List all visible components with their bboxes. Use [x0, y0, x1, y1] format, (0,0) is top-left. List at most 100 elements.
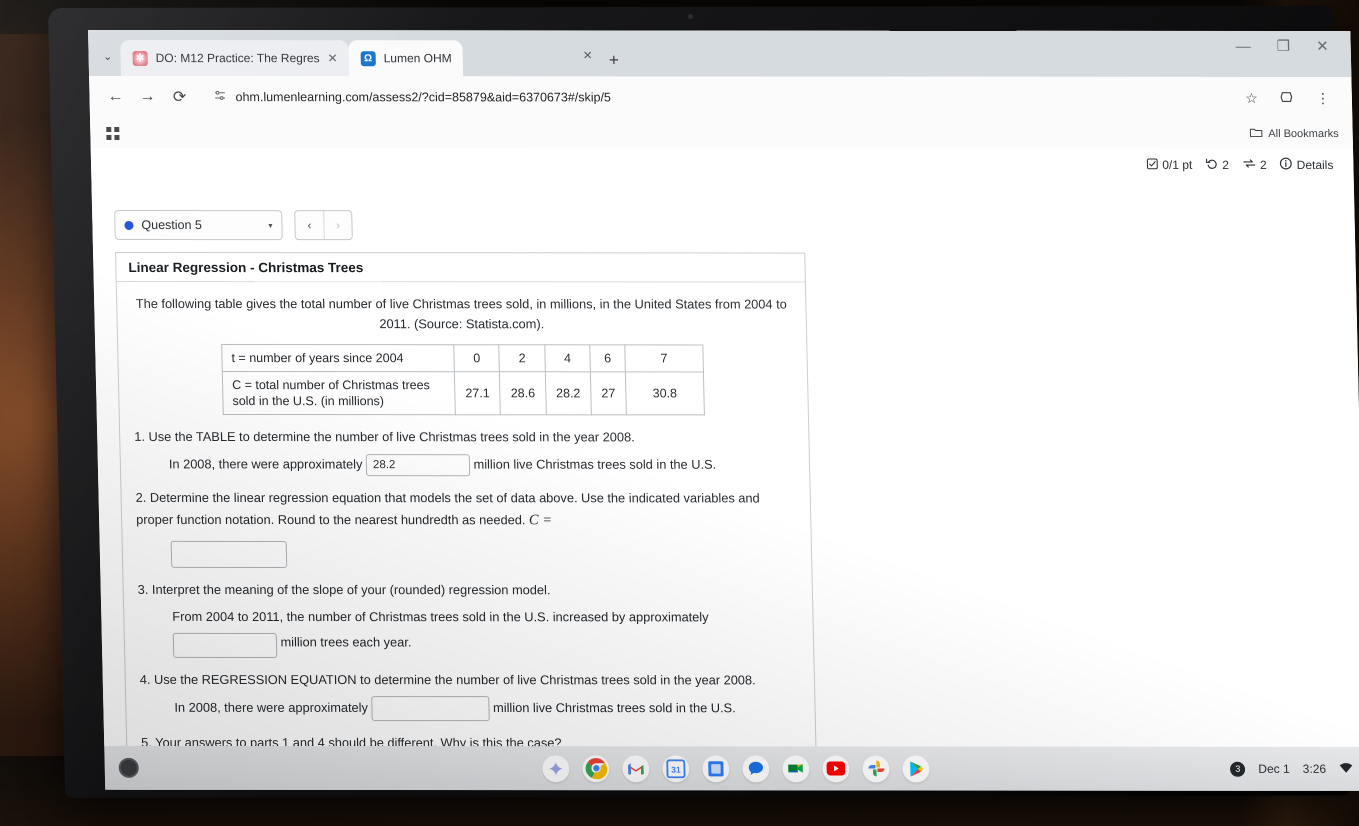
browser-toolbar: ← → ⟳ ohm.lumenlearning.com/assess2/?cid…: [89, 75, 1353, 120]
part-3-answer-input[interactable]: [172, 632, 278, 658]
part-4-number: 4.: [139, 671, 151, 687]
gemini-app-icon[interactable]: [542, 754, 570, 782]
details-button[interactable]: Details: [1280, 157, 1334, 173]
gmail-app-icon[interactable]: [622, 754, 650, 782]
chat-app-icon[interactable]: [742, 754, 770, 782]
details-label: Details: [1296, 158, 1334, 173]
calendar-app-icon[interactable]: 31: [662, 754, 690, 782]
t-value-1: 2: [499, 344, 546, 372]
assessment-status-strip: 0/1 pt 2 2 Details: [1146, 157, 1334, 173]
part-4-answer-suffix: million live Christmas trees sold in the…: [492, 700, 736, 716]
browser-tab-1-title: Lumen OHM: [383, 51, 452, 66]
part-1-answer-input[interactable]: 28.2: [365, 454, 471, 477]
attempts-status: 2: [1205, 157, 1229, 173]
tab-search-chevron-icon[interactable]: ⌄: [94, 36, 121, 76]
part-1-number: 1.: [134, 429, 146, 445]
chrome-app-icon[interactable]: [582, 754, 610, 782]
t-value-0: 0: [453, 344, 500, 372]
all-bookmarks-button[interactable]: All Bookmarks: [1249, 127, 1339, 141]
t-value-2: 4: [544, 344, 591, 372]
question-part-1: 1. Use the TABLE to determine the number…: [134, 427, 796, 477]
tab-strip: ⌄ ✲ DO: M12 Practice: The Regres ✕ Ω Lum…: [88, 30, 1352, 78]
table-row-label-t: t = number of years since 2004: [221, 344, 455, 372]
t-value-4: 7: [624, 344, 704, 372]
part-2-number: 2.: [135, 490, 147, 506]
shelf-app-list: 31: [542, 754, 930, 783]
c-value-1: 28.6: [499, 371, 547, 416]
browser-tab-0-close-icon[interactable]: ✕: [327, 51, 337, 65]
part-3-answer-prefix: From 2004 to 2011, the number of Christm…: [172, 608, 709, 625]
part-1-text: Use the TABLE to determine the number of…: [148, 429, 635, 445]
points-value: 0/1 pt: [1162, 157, 1193, 172]
part-2-answer-input[interactable]: [170, 541, 288, 569]
forward-button[interactable]: →: [131, 81, 164, 113]
attempts-value: 2: [1222, 157, 1230, 172]
svg-text:31: 31: [671, 764, 681, 774]
question-part-3: 3. Interpret the meaning of the slope of…: [137, 580, 799, 658]
ohm-assessment-page: 0/1 pt 2 2 Details Question 5 ▾ ‹ › Line…: [90, 147, 1359, 774]
table-row-label-c: C = total number of Christmas trees sold…: [222, 371, 456, 416]
laptop: ⌄ ✲ DO: M12 Practice: The Regres ✕ Ω Lum…: [48, 5, 1359, 808]
christmas-tree-data-table: t = number of years since 2004 0 2 4 6 7…: [221, 344, 705, 416]
play-store-app-icon[interactable]: [902, 755, 930, 783]
table-row-t: t = number of years since 2004 0 2 4 6 7: [221, 344, 704, 372]
laptop-screen: ⌄ ✲ DO: M12 Practice: The Regres ✕ Ω Lum…: [88, 30, 1359, 791]
address-bar-url: ohm.lumenlearning.com/assess2/?cid=85879…: [235, 90, 612, 105]
apps-grid-icon[interactable]: [106, 126, 120, 140]
youtube-app-icon[interactable]: [822, 754, 850, 782]
close-window-icon[interactable]: ✕: [1316, 38, 1329, 55]
question-card: Linear Regression - Christmas Trees The …: [115, 251, 818, 774]
browser-tab-1[interactable]: Ω Lumen OHM: [348, 40, 464, 77]
question-status-dot: [124, 220, 134, 230]
part-4-answer-input[interactable]: [371, 696, 490, 722]
part-1-answer-prefix: In 2008, there were approximately: [168, 456, 363, 472]
part-4-text: Use the REGRESSION EQUATION to determine…: [153, 671, 756, 688]
meet-app-icon[interactable]: [782, 754, 810, 782]
profile-avatar-icon[interactable]: [1280, 90, 1294, 107]
back-button[interactable]: ←: [99, 81, 132, 113]
launcher-button[interactable]: [118, 757, 139, 778]
part-2-text: Determine the linear regression equation…: [135, 490, 760, 528]
webcam-dot: [688, 14, 693, 19]
reload-button[interactable]: ⟳: [163, 81, 196, 113]
question-part-2: 2. Determine the linear regression equat…: [135, 488, 797, 569]
notification-badge[interactable]: 3: [1230, 761, 1246, 777]
retry-icon: [1242, 157, 1256, 173]
drive-docs-app-icon[interactable]: [702, 754, 730, 782]
chrome-menu-icon[interactable]: ⋮: [1316, 90, 1330, 107]
shelf-date: Dec 1: [1258, 761, 1290, 776]
photos-app-icon[interactable]: [862, 754, 890, 782]
part-3-answer-line: From 2004 to 2011, the number of Christm…: [172, 607, 799, 658]
part-3-text: Interpret the meaning of the slope of yo…: [151, 582, 551, 598]
browser-tab-0[interactable]: ✲ DO: M12 Practice: The Regres ✕: [120, 40, 350, 77]
part-1-answer-line: In 2008, there were approximately 28.2 m…: [169, 454, 796, 477]
c-value-0: 27.1: [454, 371, 501, 416]
toolbar-icon-group: ☆ ⋮: [1245, 89, 1342, 106]
new-tab-button[interactable]: +: [593, 50, 632, 76]
part-3-answer-suffix: million trees each year.: [280, 634, 412, 650]
part-2-math-expression: C =: [528, 512, 553, 529]
browser-tab-0-title: DO: M12 Practice: The Regres: [155, 51, 320, 66]
part-1-answer-suffix: million live Christmas trees sold in the…: [473, 456, 717, 472]
question-prompt: The following table gives the total numb…: [135, 295, 787, 332]
previous-question-button[interactable]: ‹: [295, 211, 324, 239]
maximize-icon[interactable]: ❐: [1276, 38, 1290, 55]
undo-icon: [1205, 157, 1218, 173]
site-settings-icon[interactable]: [213, 89, 226, 105]
bookmark-star-icon[interactable]: ☆: [1245, 89, 1258, 106]
question-body: The following table gives the total numb…: [117, 282, 816, 773]
part-4-answer-line: In 2008, there were approximately millio…: [174, 696, 801, 722]
part-3-number: 3.: [137, 582, 149, 598]
browser-tab-1-close-icon[interactable]: ✕: [462, 48, 593, 76]
next-question-button[interactable]: ›: [323, 211, 352, 240]
chevron-down-icon: ▾: [268, 220, 273, 230]
question-selector-dropdown[interactable]: Question 5 ▾: [114, 209, 283, 241]
shelf-status-area[interactable]: 3 Dec 1 3:26: [1230, 761, 1353, 777]
wifi-icon[interactable]: [1339, 761, 1353, 776]
window-caption-bar: — ❐ ✕: [990, 31, 1351, 61]
minimize-icon[interactable]: —: [1235, 37, 1250, 54]
address-bar[interactable]: ohm.lumenlearning.com/assess2/?cid=85879…: [201, 82, 1245, 113]
checkbox-icon: [1146, 157, 1158, 172]
omega-icon: Ω: [360, 50, 376, 66]
retries-status: 2: [1242, 157, 1267, 173]
